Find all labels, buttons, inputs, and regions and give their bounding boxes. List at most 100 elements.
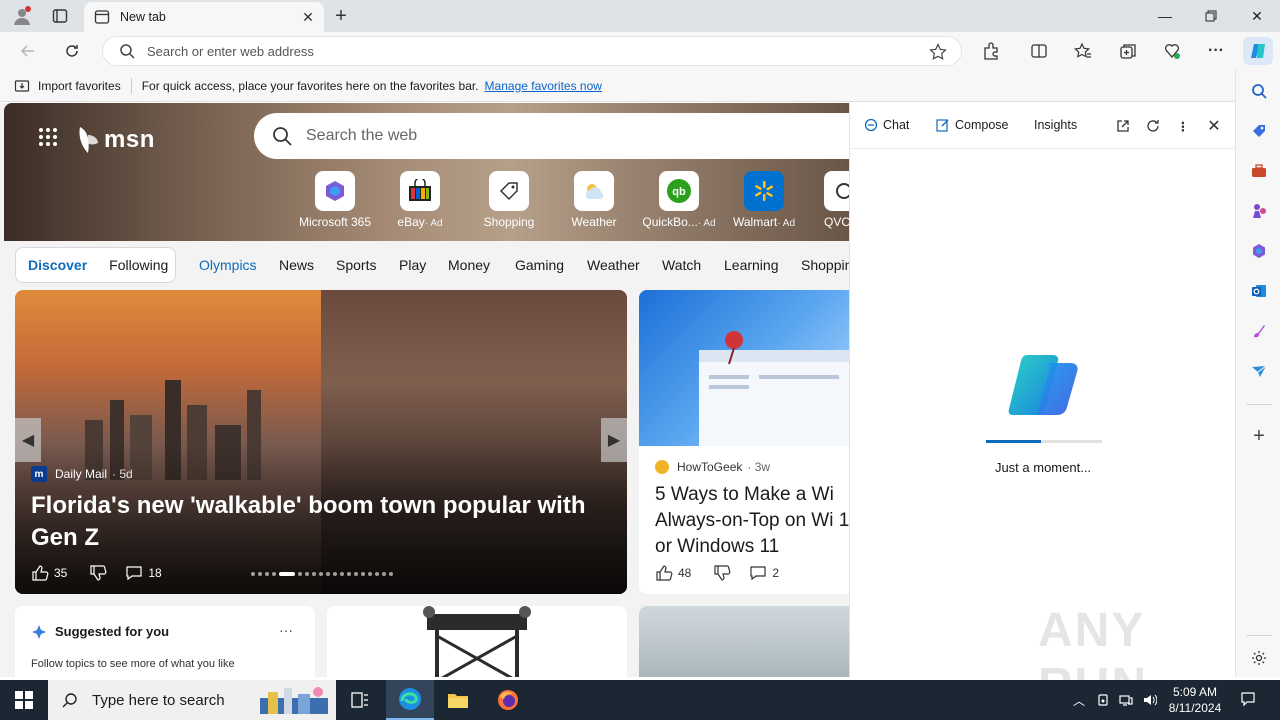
- import-favorites-button[interactable]: Import favorites: [38, 79, 121, 93]
- favorites-icon[interactable]: [1073, 41, 1093, 61]
- tile-ebay[interactable]: eBay· Ad: [380, 171, 460, 229]
- carousel-pagination[interactable]: [251, 572, 393, 576]
- nav-money[interactable]: Money: [448, 257, 490, 273]
- story-card-equipment[interactable]: [327, 606, 627, 677]
- nav-sports[interactable]: Sports: [336, 257, 376, 273]
- tray-network-icon[interactable]: [1118, 692, 1134, 708]
- task-view-button[interactable]: [336, 680, 384, 720]
- nav-watch[interactable]: Watch: [662, 257, 701, 273]
- close-pane-icon[interactable]: ✕: [1205, 117, 1223, 135]
- manage-favorites-link[interactable]: Manage favorites now: [485, 79, 602, 93]
- close-window-button[interactable]: ✕: [1234, 0, 1280, 32]
- start-button[interactable]: [0, 680, 48, 720]
- sidebar-search-icon[interactable]: [1249, 81, 1269, 101]
- tab-actions-icon[interactable]: [50, 6, 70, 26]
- nav-gaming[interactable]: Gaming: [515, 257, 564, 273]
- tab-discover[interactable]: Discover: [28, 257, 87, 273]
- tray-volume-icon[interactable]: [1142, 692, 1158, 708]
- taskbar-search-box[interactable]: Type here to search: [48, 680, 336, 720]
- copilot-icon[interactable]: [1243, 37, 1273, 65]
- nav-weather[interactable]: Weather: [587, 257, 640, 273]
- story-headline[interactable]: Florida's new 'walkable' boom town popul…: [31, 490, 591, 554]
- split-screen-icon[interactable]: [1029, 41, 1049, 61]
- edge-sidebar: +: [1235, 70, 1280, 677]
- daily-mail-logo-icon: m: [31, 466, 47, 482]
- like-count: 48: [678, 566, 692, 580]
- sidebar-designer-icon[interactable]: [1249, 321, 1269, 341]
- chat-icon: [864, 118, 878, 132]
- nav-play[interactable]: Play: [399, 257, 426, 273]
- suggested-description: Follow topics to see more of what you li…: [31, 658, 235, 670]
- quickbooks-icon: qb: [659, 171, 699, 211]
- system-clock[interactable]: 5:09 AM 8/11/2024: [1166, 684, 1224, 716]
- story-card-building[interactable]: [639, 606, 849, 677]
- main-story-card[interactable]: ◀ ▶ m Daily Mail · 5d Florida's new 'wal…: [15, 290, 627, 594]
- new-tab-button[interactable]: +: [331, 5, 351, 27]
- comment-icon[interactable]: [749, 564, 767, 582]
- back-icon[interactable]: [18, 41, 38, 61]
- tile-walmart[interactable]: Walmart· Ad: [724, 171, 804, 229]
- tab-chat[interactable]: Chat: [864, 118, 909, 132]
- like-icon[interactable]: [31, 564, 49, 582]
- settings-more-icon[interactable]: ···: [1206, 41, 1226, 61]
- sidebar-drop-icon[interactable]: [1249, 361, 1269, 381]
- carousel-next-button[interactable]: ▶: [601, 418, 627, 462]
- sidebar-settings-icon[interactable]: [1249, 648, 1269, 668]
- sidebar-games-icon[interactable]: [1249, 201, 1269, 221]
- edge-taskbar-button[interactable]: [386, 680, 434, 720]
- dislike-icon[interactable]: [89, 564, 107, 582]
- more-options-icon[interactable]: ⋮: [1174, 117, 1192, 135]
- msn-logo[interactable]: msn: [76, 125, 155, 155]
- dislike-icon[interactable]: [713, 564, 731, 582]
- web-search-box[interactable]: Search the web: [254, 113, 849, 159]
- firefox-button[interactable]: [484, 680, 532, 720]
- carousel-prev-button[interactable]: ◀: [15, 418, 41, 462]
- file-explorer-button[interactable]: [434, 680, 482, 720]
- restore-button[interactable]: [1188, 0, 1234, 32]
- nav-olympics[interactable]: Olympics: [199, 257, 257, 273]
- sidebar-outlook-icon[interactable]: [1249, 281, 1269, 301]
- sidebar-add-icon[interactable]: +: [1249, 425, 1269, 447]
- search-icon: [119, 43, 135, 59]
- favorite-star-icon[interactable]: [929, 43, 947, 61]
- nav-learning[interactable]: Learning: [724, 257, 779, 273]
- minimize-button[interactable]: —: [1142, 0, 1188, 32]
- address-bar[interactable]: Search or enter web address: [102, 36, 962, 66]
- browser-essentials-icon[interactable]: [1162, 41, 1182, 61]
- tile-microsoft-365[interactable]: Microsoft 365: [295, 171, 375, 229]
- tray-device-icon[interactable]: [1095, 692, 1111, 708]
- notifications-icon[interactable]: [1240, 691, 1256, 707]
- tile-qvc[interactable]: QVC: [804, 171, 849, 229]
- tab-compose[interactable]: Compose: [936, 118, 1009, 132]
- tile-shopping[interactable]: Shopping: [469, 171, 549, 229]
- import-favorites-icon[interactable]: [14, 78, 30, 94]
- tile-quickbooks[interactable]: qb QuickBo...· Ad: [639, 171, 719, 229]
- suggested-card[interactable]: Suggested for you ··· Follow topics to s…: [15, 606, 315, 677]
- sidebar-shopping-icon[interactable]: [1249, 121, 1269, 141]
- side-story-headline[interactable]: 5 Ways to Make a Wi Always-on-Top on Wi …: [655, 482, 849, 560]
- profile-icon[interactable]: [12, 6, 32, 26]
- collections-icon[interactable]: [1118, 41, 1138, 61]
- refresh-pane-icon[interactable]: [1144, 117, 1162, 135]
- refresh-icon[interactable]: [62, 41, 82, 61]
- side-story-card[interactable]: HowToGeek · 3w 5 Ways to Make a Wi Alway…: [639, 290, 849, 594]
- tab-following[interactable]: Following: [109, 257, 168, 273]
- tile-weather[interactable]: Weather: [554, 171, 634, 229]
- nav-shopping[interactable]: Shoppin: [801, 257, 849, 273]
- like-icon[interactable]: [655, 564, 673, 582]
- close-tab-icon[interactable]: ✕: [298, 7, 318, 27]
- svg-text:qb: qb: [672, 186, 686, 198]
- sidebar-tools-icon[interactable]: [1249, 161, 1269, 181]
- nav-news[interactable]: News: [279, 257, 314, 273]
- tab-insights[interactable]: Insights: [1034, 118, 1077, 132]
- tab-new-tab[interactable]: New tab ✕: [84, 2, 324, 32]
- extensions-icon[interactable]: [981, 41, 1001, 61]
- comment-icon[interactable]: [125, 564, 143, 582]
- copilot-header: Chat Compose Insights ⋮ ✕: [850, 103, 1236, 149]
- sidebar-microsoft-365-icon[interactable]: [1249, 241, 1269, 261]
- suggested-more-icon[interactable]: ···: [279, 622, 293, 638]
- clock-date: 8/11/2024: [1168, 701, 1222, 715]
- open-in-new-icon[interactable]: [1114, 117, 1132, 135]
- apps-launcher-icon[interactable]: [38, 127, 58, 147]
- tray-chevron-icon[interactable]: ︿: [1071, 692, 1087, 708]
